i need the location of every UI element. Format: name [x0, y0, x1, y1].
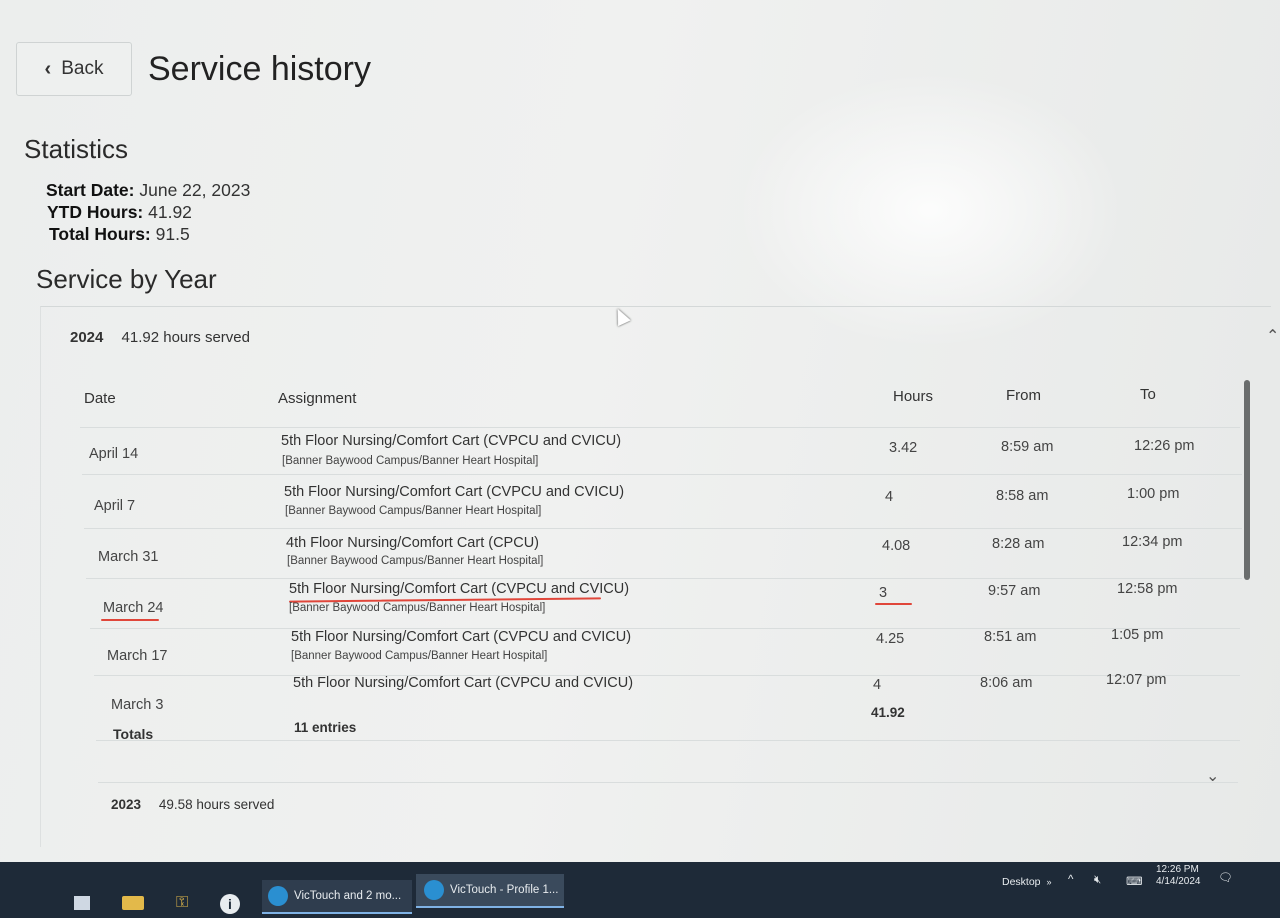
service-by-year-heading: Service by Year: [36, 264, 217, 294]
row-divider: [80, 427, 1240, 428]
clock-date: 4/14/2024: [1156, 876, 1201, 887]
stat-start-date-label: Start Date:: [46, 180, 135, 200]
edge-icon: [424, 880, 444, 900]
row-5-assignment: 5th Floor Nursing/Comfort Cart (CVPCU an…: [291, 629, 632, 645]
desktop-label: Desktop: [1002, 876, 1041, 888]
row-1-to: 12:26 pm: [1134, 438, 1195, 454]
row-5-date: March 17: [107, 648, 168, 664]
file-explorer-icon[interactable]: [122, 896, 144, 910]
row-5-location: [Banner Baywood Campus/Banner Heart Hosp…: [291, 650, 548, 662]
row-2-date: April 7: [94, 498, 136, 514]
totals-hours: 41.92: [871, 705, 905, 720]
row-1-from: 8:59 am: [1001, 439, 1054, 455]
row-1-location: [Banner Baywood Campus/Banner Heart Hosp…: [282, 455, 539, 467]
chevron-left-icon: ‹: [44, 57, 52, 80]
year-panel: [40, 306, 1271, 847]
row-6-hours: 4: [873, 677, 882, 693]
row-5-to: 1:05 pm: [1111, 627, 1164, 643]
row-4-hours: 3: [879, 585, 888, 601]
row-5-hours: 4.25: [876, 631, 905, 647]
row-1-assignment: 5th Floor Nursing/Comfort Cart (CVPCU an…: [281, 433, 622, 449]
row-6-assignment: 5th Floor Nursing/Comfort Cart (CVPCU an…: [293, 675, 634, 691]
row-divider: [96, 740, 1240, 741]
row-divider: [86, 578, 1242, 579]
year-2024-header[interactable]: 2024 41.92 hours served: [70, 329, 250, 346]
row-2-to: 1:00 pm: [1127, 486, 1180, 502]
row-2-location: [Banner Baywood Campus/Banner Heart Hosp…: [285, 505, 542, 517]
row-divider: [90, 628, 1240, 629]
back-button[interactable]: ‹ Back: [16, 42, 132, 96]
red-ink-underline: [101, 619, 159, 621]
table-scrollbar[interactable]: [1244, 380, 1250, 580]
year-2024-summary: 41.92 hours served: [121, 329, 250, 346]
stat-total-value: 91.5: [155, 224, 190, 244]
taskbar-app-1-content[interactable]: VicTouch and 2 mo...: [268, 886, 401, 906]
keyboard-icon[interactable]: ⌨: [1126, 874, 1143, 888]
row-1-date: April 14: [89, 446, 139, 462]
start-icon[interactable]: [74, 896, 90, 910]
row-4-from: 9:57 am: [988, 583, 1041, 599]
row-2-from: 8:58 am: [996, 488, 1049, 504]
row-4-date: March 24: [103, 600, 164, 616]
year-2023-header[interactable]: 2023 49.58 hours served: [111, 797, 274, 812]
stat-total-label: Total Hours:: [49, 224, 151, 244]
row-3-hours: 4.08: [882, 538, 911, 554]
row-divider: [94, 675, 1240, 676]
chevron-up-icon[interactable]: ⌃: [1266, 326, 1279, 346]
stat-ytd-value: 41.92: [148, 202, 192, 222]
row-2-assignment: 5th Floor Nursing/Comfort Cart (CVPCU an…: [284, 484, 625, 500]
page-title: Service history: [148, 50, 371, 88]
row-3-date: March 31: [98, 549, 159, 565]
row-3-from: 8:28 am: [992, 536, 1045, 552]
stat-total-hours: Total Hours: 91.5: [49, 224, 190, 245]
red-ink-underline: [875, 603, 912, 605]
year-2024-label: 2024: [70, 329, 104, 346]
stat-ytd-hours: YTD Hours: 41.92: [47, 202, 192, 223]
edge-icon: [268, 886, 288, 906]
row-4-location: [Banner Baywood Campus/Banner Heart Hosp…: [289, 602, 546, 614]
row-1-hours: 3.42: [889, 440, 918, 456]
taskbar: ⚿ i VicTouch and 2 mo... VicTouch - Prof…: [0, 862, 1280, 918]
row-divider: [82, 474, 1242, 475]
taskbar-app-2-content[interactable]: VicTouch - Profile 1...: [424, 880, 558, 900]
speaker-muted-icon[interactable]: 🔇︎: [1094, 874, 1101, 887]
row-3-location: [Banner Baywood Campus/Banner Heart Hosp…: [287, 555, 544, 567]
stat-start-date-value: June 22, 2023: [139, 180, 251, 200]
desktop-toolbar[interactable]: Desktop »: [1002, 876, 1052, 888]
clock-time: 12:26 PM: [1156, 864, 1199, 875]
year-2023-summary: 49.58 hours served: [158, 797, 275, 812]
chevron-up-tray-icon[interactable]: ^: [1068, 874, 1073, 886]
stat-ytd-label: YTD Hours:: [47, 202, 144, 222]
stat-start-date: Start Date: June 22, 2023: [46, 180, 250, 201]
chevron-down-icon[interactable]: ⌄: [1206, 766, 1219, 786]
taskbar-app-1-label: VicTouch and 2 mo...: [294, 890, 402, 902]
chevron-double-right-icon: »: [1046, 877, 1052, 887]
column-assignment[interactable]: Assignment: [278, 390, 356, 407]
info-icon[interactable]: i: [220, 894, 240, 914]
back-button-label: Back: [61, 58, 104, 79]
year-2023-label: 2023: [111, 797, 142, 812]
column-from[interactable]: From: [1006, 387, 1041, 404]
notification-icon[interactable]: 🗨︎: [1218, 870, 1233, 884]
row-6-date: March 3: [111, 697, 164, 713]
row-divider: [84, 528, 1242, 529]
screen: ‹ Back Service history Statistics Start …: [0, 0, 1280, 880]
totals-entries: 11 entries: [294, 720, 357, 735]
row-divider: [98, 782, 1238, 783]
row-4-to: 12:58 pm: [1117, 581, 1178, 597]
taskbar-app-2-label: VicTouch - Profile 1...: [450, 884, 559, 896]
row-4-assignment: 5th Floor Nursing/Comfort Cart (CVPCU an…: [289, 581, 630, 597]
column-to[interactable]: To: [1140, 386, 1156, 403]
row-6-to: 12:07 pm: [1106, 672, 1167, 688]
row-2-hours: 4: [885, 489, 894, 505]
row-3-to: 12:34 pm: [1122, 534, 1183, 550]
row-3-assignment: 4th Floor Nursing/Comfort Cart (CPCU): [286, 535, 539, 551]
statistics-heading: Statistics: [24, 134, 129, 164]
column-hours[interactable]: Hours: [893, 388, 933, 405]
row-5-from: 8:51 am: [984, 629, 1037, 645]
row-6-from: 8:06 am: [980, 675, 1033, 691]
column-date[interactable]: Date: [84, 390, 116, 407]
key-icon[interactable]: ⚿: [176, 894, 188, 912]
taskbar-clock[interactable]: 12:26 PM 4/14/2024: [1156, 864, 1201, 887]
